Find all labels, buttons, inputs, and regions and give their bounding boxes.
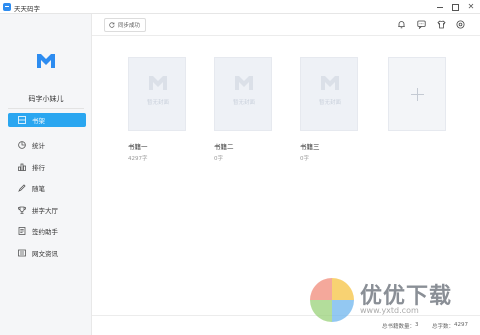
sidebar-divider bbox=[8, 108, 84, 109]
book-word-count: 0字 bbox=[300, 156, 309, 162]
pie-chart-icon bbox=[18, 141, 26, 150]
sidebar-item-label: 随笔 bbox=[32, 185, 45, 194]
book-cover[interactable]: 暂无封面 bbox=[128, 57, 186, 131]
logo-icon bbox=[321, 76, 339, 90]
plus-icon bbox=[411, 88, 424, 101]
sync-icon bbox=[109, 22, 115, 28]
sidebar-item-label: 签约助手 bbox=[32, 228, 58, 237]
bookshelf-icon bbox=[18, 116, 26, 124]
watermark: 优优下载 www.yxtd.com bbox=[300, 272, 480, 335]
cover-placeholder-text: 暂无封面 bbox=[232, 100, 255, 106]
watermark-logo-icon bbox=[310, 278, 354, 322]
book-title: 书籍二 bbox=[214, 143, 234, 151]
sidebar-item-label: 网文资讯 bbox=[32, 249, 58, 258]
ranking-icon bbox=[18, 163, 26, 171]
settings-icon[interactable] bbox=[456, 20, 465, 29]
maximize-button[interactable] bbox=[448, 1, 462, 12]
book-card[interactable]: 暂无封面 书籍二 0字 bbox=[214, 57, 272, 162]
book-card[interactable]: 暂无封面 书籍三 0字 bbox=[300, 57, 358, 162]
pen-icon bbox=[18, 184, 26, 193]
add-book-button[interactable] bbox=[388, 57, 446, 131]
sidebar-item-label: 拼字大厅 bbox=[32, 206, 58, 215]
logo-icon bbox=[37, 54, 55, 68]
sidebar-item-statistics[interactable]: 统计 bbox=[8, 135, 86, 157]
book-title: 书籍三 bbox=[300, 143, 320, 151]
book-cover[interactable]: 暂无封面 bbox=[214, 57, 272, 131]
sidebar-item-ranking[interactable]: 排行 bbox=[8, 156, 86, 178]
sidebar-nav: 书架 统计 排行 随笔 拼字大厅 签约助手 网文资讯 bbox=[8, 113, 86, 264]
close-button[interactable]: ✕ bbox=[464, 1, 478, 12]
shirt-icon[interactable] bbox=[437, 20, 446, 29]
book-title: 书籍一 bbox=[128, 143, 148, 151]
minimize-button[interactable] bbox=[433, 1, 447, 12]
sidebar-item-typing-hall[interactable]: 拼字大厅 bbox=[8, 199, 86, 221]
app-icon bbox=[3, 3, 11, 11]
window-title: 天天码字 bbox=[14, 5, 40, 13]
sidebar: 码字小妹儿 书架 统计 排行 随笔 拼字大厅 签约助手 网文资讯 bbox=[0, 14, 92, 335]
chat-icon[interactable] bbox=[417, 20, 426, 29]
title-bar: 天天码字 ✕ bbox=[0, 0, 480, 14]
contract-icon bbox=[18, 227, 26, 236]
bell-icon[interactable] bbox=[397, 20, 406, 29]
sidebar-item-label: 书架 bbox=[32, 117, 45, 125]
sidebar-item-essay[interactable]: 随笔 bbox=[8, 178, 86, 200]
sidebar-item-label: 排行 bbox=[32, 163, 45, 172]
logo-icon bbox=[149, 76, 167, 90]
news-icon bbox=[18, 249, 26, 257]
watermark-url: www.yxtd.com bbox=[360, 306, 419, 315]
username: 码字小妹儿 bbox=[28, 95, 64, 103]
cover-placeholder-text: 暂无封面 bbox=[146, 100, 169, 106]
sidebar-item-bookshelf[interactable]: 书架 bbox=[8, 113, 86, 127]
book-cover[interactable]: 暂无封面 bbox=[300, 57, 358, 131]
sidebar-item-contract-assistant[interactable]: 签约助手 bbox=[8, 221, 86, 243]
book-card[interactable]: 暂无封面 书籍一 4297字 bbox=[128, 57, 186, 162]
toolbar: 同步成功 bbox=[92, 14, 480, 36]
book-word-count: 0字 bbox=[214, 156, 223, 162]
book-word-count: 4297字 bbox=[128, 156, 148, 162]
cover-placeholder-text: 暂无封面 bbox=[318, 100, 341, 106]
sync-button[interactable]: 同步成功 bbox=[104, 18, 146, 32]
sidebar-item-label: 统计 bbox=[32, 142, 45, 151]
logo-icon bbox=[235, 76, 253, 90]
sidebar-item-news[interactable]: 网文资讯 bbox=[8, 242, 86, 264]
sync-label: 同步成功 bbox=[118, 23, 141, 29]
trophy-icon bbox=[18, 206, 26, 214]
